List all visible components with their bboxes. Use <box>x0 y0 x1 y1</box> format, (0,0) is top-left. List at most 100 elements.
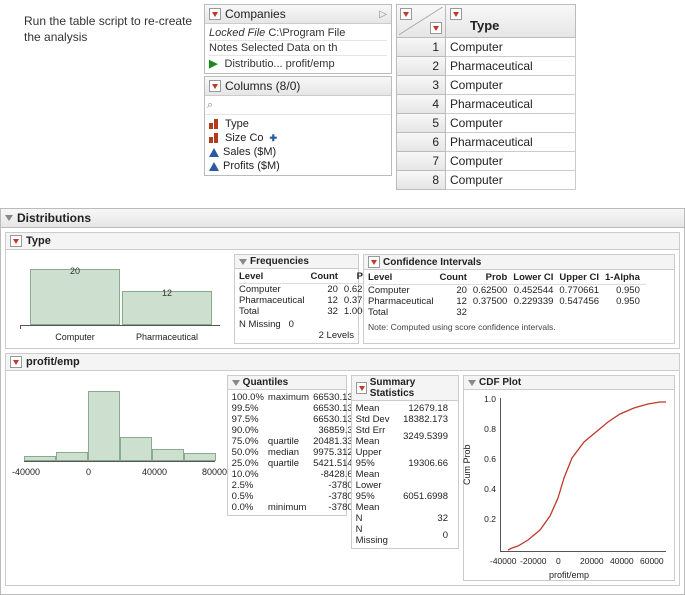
column-header-type[interactable]: Type <box>446 4 576 38</box>
column-label: Size Co <box>225 132 264 144</box>
ci-row: Computer200.625000.4525440.7706610.950 <box>368 285 646 297</box>
column-menu-icon[interactable] <box>450 8 462 20</box>
quantile-row: 2.5%-37800 <box>232 480 362 491</box>
continuous-icon <box>209 148 219 157</box>
locked-file-label: Locked File <box>209 27 265 39</box>
disclosure-icon[interactable] <box>209 8 221 20</box>
columns-panel-header[interactable]: Columns (8/0) <box>205 77 391 96</box>
notes-row: Notes Selected Data on th <box>209 41 387 56</box>
summary-row: Upper 95% Mean19306.66 <box>356 447 454 480</box>
axis-tick: 0 <box>556 556 561 566</box>
cols-menu-icon[interactable] <box>430 22 442 34</box>
type-header[interactable]: Type <box>6 233 679 250</box>
bar-value: 20 <box>70 266 80 276</box>
columns-search[interactable]: ⌕ <box>205 96 391 115</box>
ci-note: Note: Computed using score confidence in… <box>364 320 674 332</box>
companies-panel-header[interactable]: Companies ▷ <box>205 5 391 24</box>
summary-row: Std Err Mean3249.5399 <box>356 425 454 447</box>
ci-row: Total32 <box>368 307 646 318</box>
quantile-row: 0.0%minimum-37800 <box>232 502 362 513</box>
confidence-intervals-panel: Confidence Intervals Level Count Prob Lo… <box>363 254 675 344</box>
script-row[interactable]: ▶ Distributio... profit/emp <box>209 56 387 71</box>
row-number[interactable]: 4 <box>396 95 446 114</box>
type-subsection: Type 20 12 Computer Pharmaceutical Frequ… <box>5 232 680 349</box>
table-row[interactable]: 4Pharmaceutical <box>396 95 576 114</box>
axis-tick: 0.8 <box>476 424 496 434</box>
expand-icon[interactable]: ▷ <box>379 9 387 20</box>
row-number[interactable]: 3 <box>396 76 446 95</box>
levels-label: 2 Levels <box>239 330 354 341</box>
annotation-text: Run the table script to re-create the an… <box>4 4 204 190</box>
nominal-icon <box>209 133 221 143</box>
table-row[interactable]: 2Pharmaceutical <box>396 57 576 76</box>
cell-type[interactable]: Computer <box>446 152 576 171</box>
play-icon[interactable]: ▶ <box>209 57 217 70</box>
disclosure-icon[interactable] <box>239 259 247 265</box>
bar-value: 12 <box>162 288 172 298</box>
expand-icon[interactable]: ✚ <box>270 133 278 144</box>
summary-table: Mean12679.18Std Dev18382.173Std Err Mean… <box>356 403 454 546</box>
column-item-sizeco[interactable]: Size Co ✚ <box>209 131 387 145</box>
quantile-row: 50.0%median9975.3126 <box>232 447 362 458</box>
notes-label: Notes <box>209 42 238 54</box>
axis-tick: 0.6 <box>476 454 496 464</box>
summary-row: Std Dev18382.173 <box>356 414 454 425</box>
row-number[interactable]: 8 <box>396 171 446 190</box>
distributions-header[interactable]: Distributions <box>1 209 684 228</box>
disclosure-icon[interactable] <box>10 356 22 368</box>
table-row[interactable]: 8Computer <box>396 171 576 190</box>
summary-row: N32 <box>356 513 454 524</box>
category-label: Pharmaceutical <box>122 332 212 342</box>
row-number[interactable]: 1 <box>396 38 446 57</box>
summary-row: Lower 95% Mean6051.6998 <box>356 480 454 513</box>
disclosure-icon[interactable] <box>232 380 240 386</box>
table-row[interactable]: 1Computer <box>396 38 576 57</box>
disclosure-icon[interactable] <box>5 215 13 221</box>
cell-type[interactable]: Pharmaceutical <box>446 133 576 152</box>
row-number[interactable]: 2 <box>396 57 446 76</box>
cell-type[interactable]: Pharmaceutical <box>446 57 576 76</box>
summary-row: N Missing0 <box>356 524 454 546</box>
cell-type[interactable]: Pharmaceutical <box>446 95 576 114</box>
row-number[interactable]: 7 <box>396 152 446 171</box>
quantiles-table: 100.0%maximum66530.13599.5%66530.13597.5… <box>232 392 362 513</box>
ci-title: Confidence Intervals <box>383 257 481 268</box>
search-input[interactable] <box>216 98 356 112</box>
disclosure-icon[interactable] <box>468 380 476 386</box>
row-number[interactable]: 6 <box>396 133 446 152</box>
profit-header[interactable]: profit/emp <box>6 354 679 371</box>
summary-row: Mean12679.18 <box>356 403 454 414</box>
cell-type[interactable]: Computer <box>446 114 576 133</box>
column-item-type[interactable]: Type <box>209 117 387 131</box>
locked-file-row: Locked File C:\Program File <box>209 26 387 41</box>
ci-row: Pharmaceutical120.375000.2293390.5474560… <box>368 296 646 307</box>
data-table: Type 1Computer2Pharmaceutical3Computer4P… <box>396 4 576 190</box>
cell-type[interactable]: Computer <box>446 76 576 95</box>
script-label: Distributio... profit/emp <box>225 58 335 70</box>
nmissing-label: N Missing <box>239 319 281 330</box>
profit-histogram: -40000 0 40000 80000 <box>10 375 223 485</box>
table-row[interactable]: 5Computer <box>396 114 576 133</box>
axis-tick: 20000 <box>580 556 604 566</box>
x-axis-label: profit/emp <box>464 570 674 580</box>
companies-panel: Companies ▷ Locked File C:\Program File … <box>204 4 392 74</box>
disclosure-icon[interactable] <box>209 80 221 92</box>
axis-tick: 0.2 <box>476 514 496 524</box>
table-row[interactable]: 3Computer <box>396 76 576 95</box>
cell-type[interactable]: Computer <box>446 38 576 57</box>
cell-type[interactable]: Computer <box>446 171 576 190</box>
disclosure-icon[interactable] <box>356 382 367 394</box>
column-item-profits[interactable]: Profits ($M) <box>209 159 387 173</box>
column-label: Sales ($M) <box>223 146 276 158</box>
disclosure-icon[interactable] <box>10 235 22 247</box>
table-row[interactable]: 7Computer <box>396 152 576 171</box>
table-row[interactable]: 6Pharmaceutical <box>396 133 576 152</box>
table-corner[interactable] <box>396 4 446 38</box>
column-item-sales[interactable]: Sales ($M) <box>209 145 387 159</box>
axis-tick: 80000 <box>202 467 227 477</box>
row-number[interactable]: 5 <box>396 114 446 133</box>
summary-stats-panel: Summary Statistics Mean12679.18Std Dev18… <box>351 375 459 549</box>
quantiles-panel: Quantiles 100.0%maximum66530.13599.5%665… <box>227 375 347 516</box>
quantile-row: 0.5%-37800 <box>232 491 362 502</box>
disclosure-icon[interactable] <box>368 256 380 268</box>
